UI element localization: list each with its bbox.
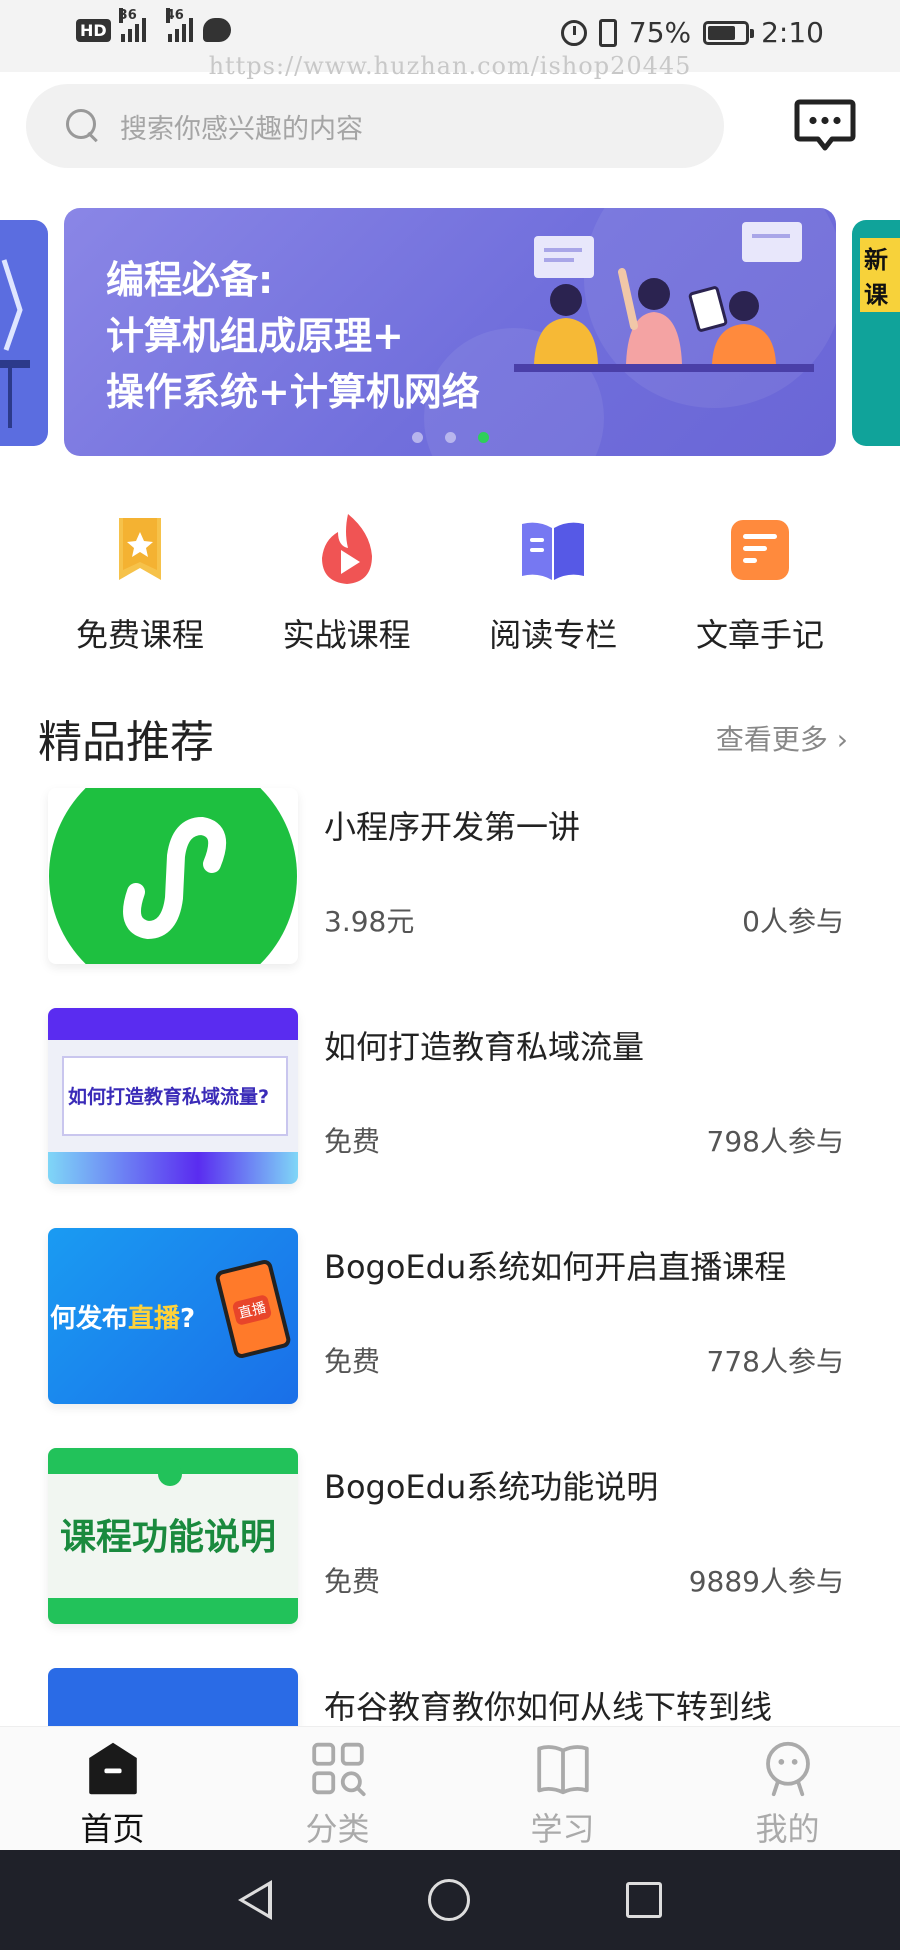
system-navigation-bar — [0, 1850, 900, 1950]
signal-icon-sim1: 36 — [118, 8, 146, 42]
tab-category[interactable]: 分类 — [225, 1727, 450, 1850]
book-icon — [536, 1745, 589, 1795]
notes-icon — [730, 520, 789, 580]
course-thumbnail: 如何打造教育私域流量? — [48, 1008, 298, 1184]
carousel-indicator — [64, 432, 836, 443]
course-title: BogoEdu系统功能说明 — [324, 1468, 659, 1506]
course-thumbnail — [48, 1668, 298, 1726]
course-participants: 0人参与 — [742, 905, 844, 938]
quick-nav-label: 实战课程 — [282, 616, 411, 654]
see-more-link[interactable]: 查看更多 › — [716, 718, 848, 758]
quick-nav-label: 阅读专栏 — [489, 616, 618, 654]
thumbnail-caption: 何发布直播? — [50, 1304, 196, 1334]
course-price: 免费 — [324, 1345, 381, 1378]
watermark-url: https://www.huzhan.com/ishop20445 — [208, 52, 692, 80]
banner-prev-peek[interactable] — [0, 220, 48, 446]
search-input[interactable]: 搜索你感兴趣的内容 — [26, 84, 724, 168]
course-card[interactable]: 课程功能说明 BogoEdu系统功能说明 免费 9889人参与 — [48, 1448, 868, 1624]
signal-icon-sim2: 46 — [165, 8, 193, 42]
banner-next-peek[interactable]: 新课 — [852, 220, 900, 446]
chevron-right-icon: › — [836, 723, 848, 756]
tab-label: 学习 — [530, 1810, 595, 1848]
course-price: 3.98元 — [324, 905, 415, 938]
tab-profile[interactable]: 我的 — [675, 1727, 900, 1850]
quick-nav: 免费课程 实战课程 阅读专栏 文章手记 — [40, 510, 860, 656]
course-price: 免费 — [324, 1125, 381, 1158]
bottom-tab-bar: 首页 分类 学习 我的 — [0, 1726, 900, 1850]
course-participants: 9889人参与 — [688, 1565, 844, 1598]
course-thumbnail — [48, 788, 298, 964]
search-icon — [66, 109, 100, 143]
alarm-icon — [560, 19, 587, 46]
battery-percent: 75% — [628, 16, 692, 49]
bookmark-star-icon — [119, 518, 161, 580]
clock-time: 2:10 — [761, 16, 824, 49]
quick-nav-label: 文章手记 — [695, 616, 824, 654]
course-participants: 798人参与 — [706, 1125, 844, 1158]
course-card[interactable]: 布谷教育教你如何从线下转到线 — [48, 1668, 868, 1726]
tab-label: 首页 — [80, 1810, 145, 1848]
flame-play-icon — [321, 514, 372, 584]
course-title: BogoEdu系统如何开启直播课程 — [324, 1248, 787, 1286]
tab-label: 我的 — [755, 1810, 820, 1848]
hd-voice-icon: HD — [76, 18, 111, 42]
tab-home[interactable]: 首页 — [0, 1727, 225, 1850]
chat-message-icon[interactable] — [794, 98, 856, 154]
course-title: 布谷教育教你如何从线下转到线 — [324, 1688, 773, 1726]
thumbnail-caption: 课程功能说明 — [60, 1517, 277, 1558]
course-price: 免费 — [324, 1565, 381, 1598]
home-icon — [88, 1742, 137, 1795]
profile-icon — [765, 1741, 810, 1797]
vibrate-icon — [598, 18, 617, 47]
quick-nav-label: 免费课程 — [75, 616, 204, 654]
course-card[interactable]: 小程序开发第一讲 3.98元 0人参与 — [48, 788, 868, 964]
open-book-icon — [522, 522, 585, 580]
carousel-dot — [411, 432, 423, 443]
quick-nav-articles-notes[interactable]: 文章手记 — [660, 510, 860, 656]
course-thumbnail: 课程功能说明 — [48, 1448, 298, 1624]
battery-icon — [703, 20, 755, 45]
course-card[interactable]: 如何打造教育私域流量? 如何打造教育私域流量 免费 798人参与 — [48, 1008, 868, 1184]
carousel-dot-active — [477, 432, 489, 443]
course-card[interactable]: 何发布直播? 直播 BogoEdu系统如何开启直播课程 免费 778人参与 — [48, 1228, 868, 1404]
banner-illustration — [514, 222, 814, 372]
course-thumbnail: 何发布直播? 直播 — [48, 1228, 298, 1404]
home-circle-icon[interactable] — [428, 1879, 470, 1921]
course-title: 如何打造教育私域流量 — [324, 1028, 645, 1066]
banner-next-label: 新课 — [860, 238, 900, 312]
quick-nav-free-courses[interactable]: 免费课程 — [40, 510, 240, 656]
thumbnail-caption: 如何打造教育私域流量? — [68, 1086, 270, 1108]
carousel-dot — [444, 432, 456, 443]
notification-chat-icon — [202, 18, 231, 42]
back-icon[interactable] — [238, 1880, 272, 1920]
tab-label: 分类 — [305, 1810, 370, 1848]
mini-program-logo — [49, 788, 297, 964]
banner-headline: 编程必备: 计算机组成原理+ 操作系统+计算机网络 — [106, 258, 480, 414]
quick-nav-reading-column[interactable]: 阅读专栏 — [453, 510, 653, 656]
course-participants: 778人参与 — [706, 1345, 844, 1378]
section-title: 精品推荐 — [38, 717, 214, 768]
category-grid-icon — [311, 1742, 366, 1797]
tab-learn[interactable]: 学习 — [450, 1727, 675, 1850]
quick-nav-practical-courses[interactable]: 实战课程 — [247, 510, 447, 656]
recent-apps-icon[interactable] — [626, 1882, 662, 1918]
course-title: 小程序开发第一讲 — [324, 808, 581, 846]
carousel-banner[interactable]: 编程必备: 计算机组成原理+ 操作系统+计算机网络 — [64, 208, 836, 456]
search-placeholder: 搜索你感兴趣的内容 — [120, 113, 363, 145]
